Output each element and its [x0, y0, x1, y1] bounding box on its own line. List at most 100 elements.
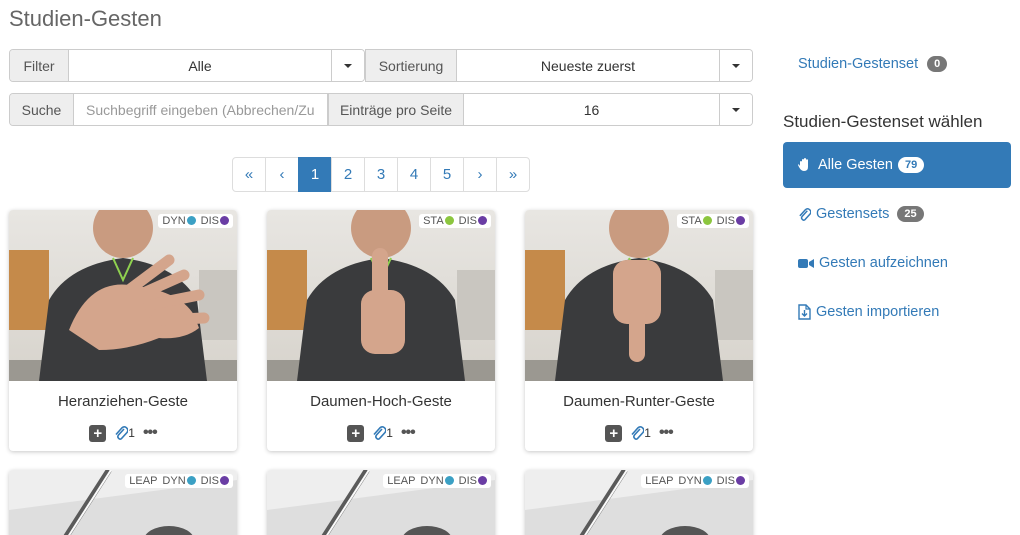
gesture-image: [525, 210, 753, 381]
gesture-tags: STA DIS: [677, 214, 749, 228]
tag-dyn: DYN: [420, 475, 454, 487]
tag-leap: LEAP: [129, 475, 158, 487]
dis-dot-icon: [478, 476, 487, 485]
search-input[interactable]: [74, 94, 327, 125]
tag-dis: DIS: [459, 215, 487, 227]
sidebar-item-record-gestures[interactable]: Gesten aufzeichnen: [798, 255, 948, 271]
pagination-next[interactable]: ›: [463, 157, 497, 192]
add-to-set-button[interactable]: +: [605, 424, 623, 442]
more-options-icon[interactable]: •••: [143, 424, 158, 442]
chevron-down-icon: [732, 63, 740, 68]
tag-sta: STA: [681, 215, 712, 227]
paperclip-icon: [799, 207, 811, 221]
pagination: « ‹ 1 2 3 4 5 › »: [232, 157, 530, 192]
sidebar-item-count: 25: [897, 206, 924, 222]
gesture-thumbnail[interactable]: STA DIS: [525, 210, 753, 381]
gesture-tags: LEAP DYN DIS: [383, 474, 491, 488]
tag-dis: DIS: [717, 475, 745, 487]
gesture-tags: DYN DIS: [158, 214, 233, 228]
pagination-page-4[interactable]: 4: [397, 157, 431, 192]
sort-select[interactable]: Neueste zuerst: [457, 50, 719, 81]
per-page-dropdown-toggle[interactable]: [719, 94, 752, 125]
gesture-image: [267, 210, 495, 381]
file-import-icon: [798, 304, 811, 320]
gesture-actions: + 1 •••: [267, 424, 495, 442]
sidebar-item-gesture-sets[interactable]: Gestensets 25: [798, 206, 924, 222]
sidebar-item-count: 79: [897, 157, 925, 173]
per-page-group: Einträge pro Seite 16: [328, 93, 753, 126]
tag-dis: DIS: [201, 475, 229, 487]
sort-dropdown-toggle[interactable]: [719, 50, 752, 81]
tag-leap: LEAP: [387, 475, 416, 487]
gesture-title: Heranziehen-Geste: [57, 393, 189, 410]
gesture-card[interactable]: STA DIS Daumen-Hoch-Geste + 1 •••: [267, 210, 495, 451]
gesture-card[interactable]: STA DIS Daumen-Runter-Geste + 1 •••: [525, 210, 753, 451]
sidebar-heading: Studien-Gestenset wählen: [783, 112, 983, 131]
tag-dyn: DYN: [162, 215, 196, 227]
gesture-title: Daumen-Hoch-Geste: [310, 393, 452, 410]
dis-dot-icon: [736, 216, 745, 225]
dyn-dot-icon: [186, 476, 196, 485]
hand-icon: [798, 158, 808, 171]
pagination-first[interactable]: «: [232, 157, 266, 192]
tag-dis: DIS: [717, 215, 745, 227]
add-to-set-button[interactable]: +: [347, 424, 365, 442]
gesture-card[interactable]: LEAP DYN DIS: [525, 470, 753, 535]
gesture-actions: + 1 •••: [525, 424, 753, 442]
pagination-page-2[interactable]: 2: [331, 157, 365, 192]
pagination-page-5[interactable]: 5: [430, 157, 464, 192]
dyn-dot-icon: [702, 476, 712, 485]
more-options-icon[interactable]: •••: [401, 424, 416, 442]
dyn-dot-icon: [444, 476, 454, 485]
per-page-label: Einträge pro Seite: [328, 94, 464, 125]
tag-dis: DIS: [201, 215, 229, 227]
study-gesture-set-count: 0: [927, 56, 948, 72]
gesture-thumbnail[interactable]: DYN DIS: [9, 210, 237, 381]
gesture-thumbnail[interactable]: LEAP DYN DIS: [9, 470, 237, 535]
page-title: Studien-Gesten: [9, 6, 162, 31]
paperclip-icon: [631, 426, 645, 440]
gesture-thumbnail[interactable]: LEAP DYN DIS: [267, 470, 495, 535]
more-options-icon[interactable]: •••: [659, 424, 674, 442]
filter-dropdown-toggle[interactable]: [331, 50, 364, 81]
gesture-image: [9, 210, 237, 381]
dis-dot-icon: [220, 476, 229, 485]
sort-group: Sortierung Neueste zuerst: [365, 49, 753, 82]
tag-sta: STA: [423, 215, 454, 227]
paperclip-icon: [373, 426, 387, 440]
filter-group: Filter Alle: [9, 49, 365, 82]
filter-select[interactable]: Alle: [69, 50, 331, 81]
video-camera-icon: [798, 258, 814, 268]
study-gesture-set-link[interactable]: Studien-Gestenset 0: [798, 56, 948, 72]
study-gesture-set-label: Studien-Gestenset: [798, 56, 919, 72]
dis-dot-icon: [478, 216, 487, 225]
pagination-page-3[interactable]: 3: [364, 157, 398, 192]
sidebar-item-import-gestures[interactable]: Gesten importieren: [798, 304, 939, 320]
dis-dot-icon: [736, 476, 745, 485]
dis-dot-icon: [220, 216, 229, 225]
pagination-prev[interactable]: ‹: [265, 157, 299, 192]
sidebar-item-label: Gesten aufzeichnen: [819, 255, 948, 271]
tag-leap: LEAP: [645, 475, 674, 487]
attachments-count[interactable]: 1: [372, 425, 393, 441]
search-group: Suche: [9, 93, 328, 126]
gesture-thumbnail[interactable]: STA DIS: [267, 210, 495, 381]
filter-label: Filter: [10, 50, 69, 81]
gesture-tags: LEAP DYN DIS: [641, 474, 749, 488]
search-label: Suche: [10, 94, 74, 125]
add-to-set-button[interactable]: +: [89, 424, 107, 442]
gesture-card[interactable]: LEAP DYN DIS: [9, 470, 237, 535]
pagination-page-1[interactable]: 1: [298, 157, 332, 192]
gesture-tags: LEAP DYN DIS: [125, 474, 233, 488]
chevron-down-icon: [732, 107, 740, 112]
tag-dyn: DYN: [162, 475, 196, 487]
attachments-count[interactable]: 1: [630, 425, 651, 441]
gesture-tags: STA DIS: [419, 214, 491, 228]
pagination-last[interactable]: »: [496, 157, 530, 192]
gesture-card[interactable]: DYN DIS Heranziehen-Geste + 1 •••: [9, 210, 237, 451]
attachments-count[interactable]: 1: [114, 425, 135, 441]
gesture-card[interactable]: LEAP DYN DIS: [267, 470, 495, 535]
sidebar-item-all-gestures[interactable]: Alle Gesten 79: [783, 142, 1011, 188]
gesture-thumbnail[interactable]: LEAP DYN DIS: [525, 470, 753, 535]
per-page-select[interactable]: 16: [464, 94, 719, 125]
